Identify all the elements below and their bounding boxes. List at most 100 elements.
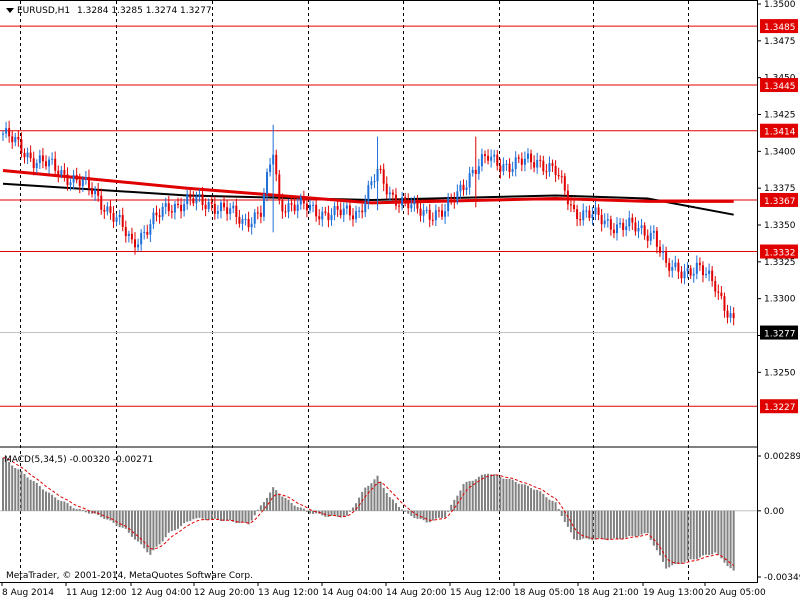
candle-body[interactable]	[465, 187, 468, 190]
macd-bar[interactable]	[686, 510, 689, 561]
macd-bar[interactable]	[223, 510, 226, 521]
macd-bar[interactable]	[459, 490, 462, 511]
candle-body[interactable]	[649, 232, 652, 241]
macd-bar[interactable]	[665, 510, 668, 569]
macd-bar[interactable]	[247, 510, 250, 525]
macd-bar[interactable]	[447, 510, 450, 512]
macd-bar[interactable]	[698, 510, 701, 558]
candle-body[interactable]	[149, 224, 152, 235]
macd-bar[interactable]	[155, 510, 158, 547]
candle-body[interactable]	[8, 128, 11, 137]
candle-body[interactable]	[100, 195, 103, 210]
macd-bar[interactable]	[342, 510, 345, 517]
candle-body[interactable]	[140, 232, 143, 245]
candle-body[interactable]	[364, 201, 367, 213]
macd-bar[interactable]	[444, 510, 447, 518]
macd-bar[interactable]	[14, 468, 17, 511]
macd-bar[interactable]	[299, 507, 302, 511]
candle-body[interactable]	[576, 209, 579, 220]
candle-body[interactable]	[674, 262, 677, 267]
macd-bar[interactable]	[508, 478, 511, 511]
macd-bar[interactable]	[493, 474, 496, 511]
macd-bar[interactable]	[284, 497, 287, 511]
macd-bar[interactable]	[367, 485, 370, 511]
macd-bar[interactable]	[296, 507, 299, 511]
macd-bar[interactable]	[302, 508, 305, 511]
candle-body[interactable]	[180, 204, 183, 212]
candle-body[interactable]	[219, 202, 222, 212]
candle-body[interactable]	[134, 239, 137, 248]
candle-body[interactable]	[272, 154, 275, 165]
candle-body[interactable]	[523, 158, 526, 165]
macd-bar[interactable]	[382, 487, 385, 511]
candle-body[interactable]	[379, 168, 382, 170]
macd-bar[interactable]	[29, 479, 32, 511]
macd-bar[interactable]	[207, 510, 210, 521]
candle-body[interactable]	[385, 183, 388, 195]
macd-bar[interactable]	[434, 510, 437, 519]
candle-body[interactable]	[603, 220, 606, 225]
macd-bar[interactable]	[591, 510, 594, 541]
candle-body[interactable]	[410, 204, 413, 209]
candle-body[interactable]	[508, 163, 511, 172]
candle-body[interactable]	[517, 157, 520, 159]
candle-body[interactable]	[63, 170, 66, 175]
candle-body[interactable]	[640, 225, 643, 228]
macd-bar[interactable]	[701, 510, 704, 556]
macd-bar[interactable]	[278, 493, 281, 511]
macd-bar[interactable]	[118, 510, 121, 528]
candle-body[interactable]	[594, 207, 597, 215]
macd-bar[interactable]	[597, 510, 600, 539]
candle-body[interactable]	[622, 222, 625, 231]
candle-body[interactable]	[394, 194, 397, 206]
macd-bar[interactable]	[333, 510, 336, 516]
macd-bar[interactable]	[729, 510, 732, 569]
macd-bar[interactable]	[69, 505, 72, 511]
macd-bar[interactable]	[164, 510, 167, 538]
candle-body[interactable]	[388, 192, 391, 195]
macd-bar[interactable]	[103, 510, 106, 519]
candle-body[interactable]	[428, 209, 431, 220]
candle-body[interactable]	[183, 204, 186, 212]
macd-bar[interactable]	[134, 510, 137, 540]
candle-body[interactable]	[342, 208, 345, 216]
candle-body[interactable]	[161, 206, 164, 217]
macd-bar[interactable]	[671, 510, 674, 566]
macd-bar[interactable]	[180, 510, 183, 526]
candle-body[interactable]	[299, 196, 302, 205]
candle-body[interactable]	[2, 133, 4, 135]
macd-bar[interactable]	[413, 510, 416, 519]
candle-body[interactable]	[404, 197, 407, 201]
candle-body[interactable]	[266, 172, 269, 194]
macd-bar[interactable]	[81, 510, 84, 512]
candle-body[interactable]	[554, 165, 557, 176]
candle-body[interactable]	[250, 223, 253, 228]
candle-body[interactable]	[327, 212, 330, 221]
macd-bar[interactable]	[689, 510, 692, 560]
macd-bar[interactable]	[480, 474, 483, 511]
candle-body[interactable]	[585, 210, 588, 212]
macd-bar[interactable]	[419, 510, 422, 519]
candle-body[interactable]	[275, 154, 278, 175]
macd-bar[interactable]	[723, 510, 726, 563]
macd-bar[interactable]	[75, 509, 78, 511]
candle-body[interactable]	[14, 136, 17, 143]
macd-bar[interactable]	[48, 492, 51, 511]
candle-body[interactable]	[318, 216, 321, 220]
macd-bar[interactable]	[662, 510, 665, 562]
macd-bar[interactable]	[373, 479, 376, 511]
candle-body[interactable]	[186, 193, 189, 205]
macd-bar[interactable]	[631, 510, 634, 536]
macd-bar[interactable]	[683, 510, 686, 563]
candle-body[interactable]	[253, 212, 256, 224]
candle-body[interactable]	[619, 222, 622, 225]
macd-bar[interactable]	[66, 503, 69, 511]
macd-bar[interactable]	[542, 493, 545, 511]
macd-bar[interactable]	[41, 489, 44, 511]
candle-body[interactable]	[708, 270, 711, 275]
candle-body[interactable]	[198, 194, 201, 197]
candle-body[interactable]	[662, 251, 665, 253]
candle-body[interactable]	[315, 204, 318, 217]
macd-bar[interactable]	[35, 482, 38, 511]
candle-body[interactable]	[499, 165, 502, 172]
